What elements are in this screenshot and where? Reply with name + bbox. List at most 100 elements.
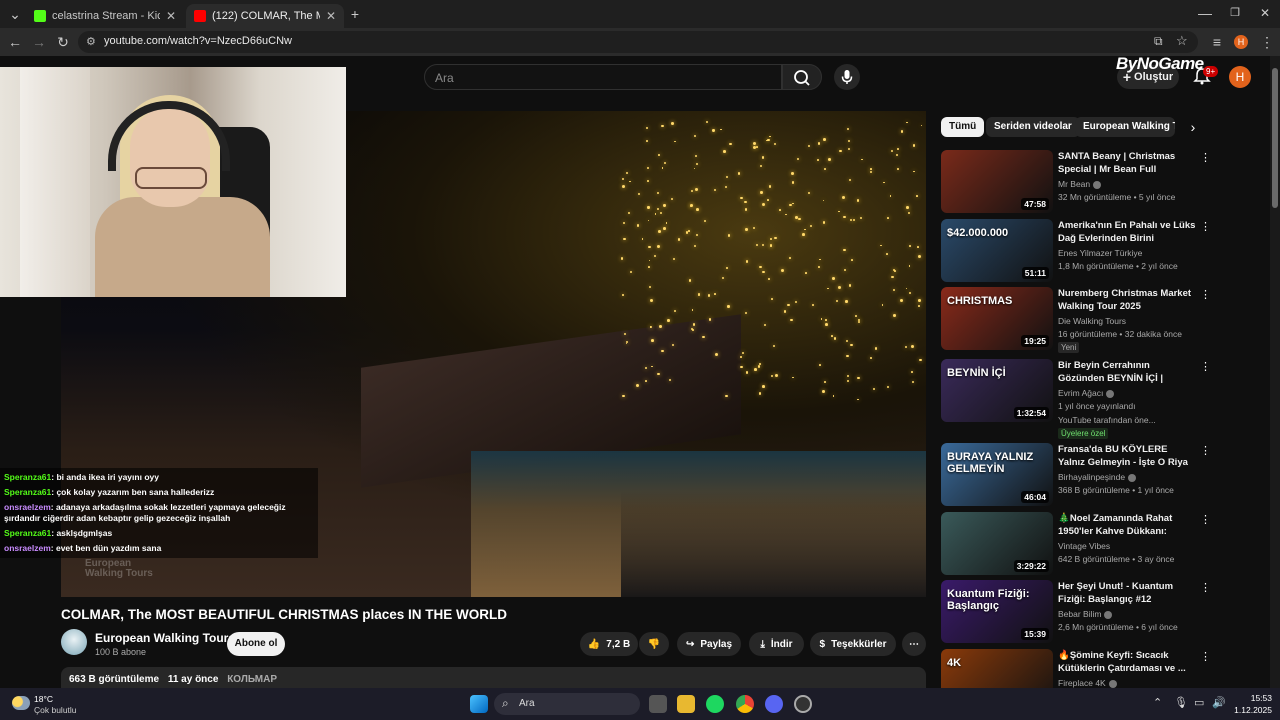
share-button[interactable]: ↪ Paylaş [677, 632, 741, 656]
description-box[interactable]: 663 B görüntüleme 11 ay önce КОЛЬМАР [61, 667, 926, 688]
recommendation-item[interactable]: BURAYA YALNIZ GELMEYİN 46:04 Fransa'da BU … [941, 443, 1211, 507]
recommendation-channel[interactable]: Birhayalinpeşinde [1058, 472, 1137, 482]
video-thumbnail[interactable]: $42.000.000 51:11 [941, 219, 1053, 282]
tree-light [713, 293, 716, 295]
reload-icon[interactable]: ↻ [54, 33, 72, 51]
video-thumbnail[interactable]: 4K [941, 649, 1053, 688]
channel-name[interactable]: European Walking Tours [95, 631, 235, 645]
recommendation-title[interactable]: Fransa'da BU KÖYLERE Yalnız Gelmeyin - İ… [1058, 443, 1196, 469]
recommendation-channel[interactable]: Die Walking Tours [1058, 316, 1126, 326]
chevron-right-icon[interactable]: › [1184, 118, 1202, 136]
page-scrollbar[interactable] [1270, 56, 1280, 688]
minimize-button[interactable]: — [1196, 4, 1214, 22]
taskbar-search[interactable]: ⌕ Ara [494, 693, 640, 715]
tab-close-icon[interactable]: ✕ [326, 9, 336, 23]
chip-series[interactable]: Seriden videolar [986, 117, 1080, 137]
close-window-button[interactable]: ✕ [1256, 4, 1274, 22]
weather-description[interactable]: Çok bulutlu [34, 705, 77, 715]
maximize-button[interactable]: ❐ [1226, 4, 1244, 22]
scrollbar-thumb[interactable] [1272, 68, 1278, 208]
obs-icon[interactable] [794, 695, 812, 713]
recommendation-badge: Yeni [1058, 342, 1080, 353]
forward-arrow-icon[interactable]: → [30, 33, 48, 51]
task-view-icon[interactable] [649, 695, 667, 713]
more-vertical-icon[interactable]: ⋮ [1200, 582, 1211, 594]
chrome-icon[interactable] [736, 695, 754, 713]
channel-avatar[interactable] [61, 629, 87, 655]
windows-start-icon[interactable] [470, 695, 488, 713]
browser-profile-avatar[interactable]: H [1234, 35, 1248, 49]
spotify-icon[interactable] [706, 695, 724, 713]
like-button[interactable]: 👍 7,2 B [580, 632, 638, 656]
recommendation-channel[interactable]: Fireplace 4K [1058, 678, 1117, 688]
site-info-icon[interactable]: ⚙ [86, 35, 96, 48]
recommendation-item[interactable]: BEYNİN İÇİ 1:32:54 Bir Beyin Cerrahının Gö… [941, 359, 1211, 439]
tab-search-icon[interactable]: ⌄ [6, 5, 24, 23]
video-thumbnail[interactable]: 47:58 [941, 150, 1053, 213]
taskbar-date[interactable]: 1.12.2025 [1224, 705, 1272, 715]
more-vertical-icon[interactable]: ⋮ [1200, 289, 1211, 301]
recommendation-item[interactable]: Kuantum Fiziği: Başlangıç 15:39 Her Şeyi U… [941, 580, 1211, 644]
account-avatar[interactable]: H [1229, 66, 1251, 88]
tab-kick-dashboard[interactable]: celastrina Stream - Kick Dashbo ✕ [26, 4, 184, 28]
back-arrow-icon[interactable]: ← [6, 33, 24, 51]
chip-all[interactable]: Tümü [941, 117, 985, 137]
file-explorer-icon[interactable] [677, 695, 695, 713]
address-bar[interactable]: ⚙ youtube.com/watch?v=NzecD66uCNw ⧉ ☆ [78, 31, 1198, 53]
more-vertical-icon[interactable]: ⋮ [1200, 361, 1211, 373]
video-thumbnail[interactable]: Kuantum Fiziği: Başlangıç 15:39 [941, 580, 1053, 643]
download-button[interactable]: ⤓ İndir [749, 632, 804, 656]
recommendation-title[interactable]: Her Şeyi Unut! - Kuantum Fiziği: Başlang… [1058, 580, 1196, 606]
url-text[interactable]: youtube.com/watch?v=NzecD66uCNw [104, 35, 292, 47]
recommendation-title[interactable]: 🔥Şömine Keyfi: Sıcacık Kütüklerin Çatırd… [1058, 649, 1196, 675]
thanks-button[interactable]: $ Teşekkürler [810, 632, 896, 656]
search-input[interactable]: Ara [424, 64, 782, 90]
recommendation-channel[interactable]: Enes Yilmazer Türkiye [1058, 248, 1142, 258]
video-thumbnail[interactable]: BURAYA YALNIZ GELMEYİN 46:04 [941, 443, 1053, 506]
more-vertical-icon[interactable]: ⋮ [1200, 152, 1211, 164]
media-controls-icon[interactable]: ≡ [1208, 33, 1226, 51]
browser-menu-icon[interactable]: ⋮ [1258, 33, 1276, 51]
recommendation-channel[interactable]: Evrim Ağacı [1058, 388, 1115, 398]
recommendation-item[interactable]: 3:29:22 🎄Noel Zamanında Rahat 1950'ler Ka… [941, 512, 1211, 576]
more-vertical-icon[interactable]: ⋮ [1200, 445, 1211, 457]
recommendation-title[interactable]: Amerika'nın En Pahalı ve Lüks Dağ Evleri… [1058, 219, 1196, 245]
recommendation-title[interactable]: Nuremberg Christmas Market Walking Tour … [1058, 287, 1196, 313]
voice-search-button[interactable] [834, 64, 860, 90]
more-actions-button[interactable]: ⋯ [902, 632, 926, 656]
recommendation-item[interactable]: 47:58 SANTA Beany | Christmas Special | M… [941, 150, 1211, 214]
network-icon[interactable]: ▭ [1194, 696, 1204, 709]
video-thumbnail[interactable]: BEYNİN İÇİ 1:32:54 [941, 359, 1053, 422]
show-hidden-icons-chevron-icon[interactable]: ⌃ [1153, 696, 1162, 709]
more-vertical-icon[interactable]: ⋮ [1200, 651, 1211, 663]
recommendation-title[interactable]: SANTA Beany | Christmas Special | Mr Bea… [1058, 150, 1196, 176]
weather-temperature[interactable]: 18°C [34, 694, 53, 704]
chip-channel[interactable]: European Walking Tours [1075, 117, 1175, 137]
video-tag[interactable]: КОЛЬМАР [227, 674, 277, 685]
recommendation-channel[interactable]: Mr Bean [1058, 179, 1102, 189]
video-thumbnail[interactable]: 3:29:22 [941, 512, 1053, 575]
tree-light [918, 305, 920, 308]
recommendation-title[interactable]: Bir Beyin Cerrahının Gözünden BEYNİN İÇİ… [1058, 359, 1196, 385]
tab-close-icon[interactable]: ✕ [166, 9, 176, 23]
recommendation-item[interactable]: 4K 🔥Şömine Keyfi: Sıcacık Kütüklerin Çatı… [941, 649, 1211, 688]
discord-icon[interactable] [765, 695, 783, 713]
more-vertical-icon[interactable]: ⋮ [1200, 221, 1211, 233]
weather-cloud-icon[interactable] [12, 696, 30, 710]
microphone-tray-icon[interactable]: 🎙 [1174, 696, 1188, 709]
install-app-icon[interactable]: ⧉ [1154, 34, 1163, 49]
video-thumbnail[interactable]: CHRISTMAS 19:25 [941, 287, 1053, 350]
search-button[interactable] [782, 64, 822, 90]
tab-youtube-video[interactable]: (122) COLMAR, The MOST BEAU ✕ [186, 4, 344, 28]
more-vertical-icon[interactable]: ⋮ [1200, 514, 1211, 526]
subscribe-button[interactable]: Abone ol [227, 632, 285, 656]
new-tab-button[interactable]: + [346, 5, 364, 23]
dislike-button[interactable]: 👎 [639, 632, 669, 656]
recommendation-item[interactable]: $42.000.000 51:11 Amerika'nın En Pahalı ve… [941, 219, 1211, 283]
taskbar-time[interactable]: 15:53 [1240, 693, 1272, 703]
bookmark-star-icon[interactable]: ☆ [1176, 33, 1188, 49]
recommendation-item[interactable]: CHRISTMAS 19:25 Nuremberg Christmas Market… [941, 287, 1211, 353]
recommendation-channel[interactable]: Bebar Bilim [1058, 609, 1113, 619]
recommendation-title[interactable]: 🎄Noel Zamanında Rahat 1950'ler Kahve Dük… [1058, 512, 1196, 538]
recommendation-channel[interactable]: Vintage Vibes [1058, 541, 1110, 551]
